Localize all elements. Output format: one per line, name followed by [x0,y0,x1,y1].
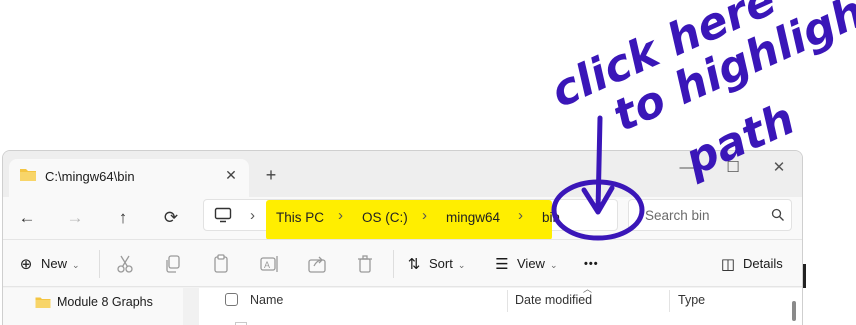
toolbar-divider [393,250,394,278]
sort-icon: ⇅ [407,255,421,273]
breadcrumb-this-pc[interactable]: This PC [276,210,324,225]
breadcrumb-separator: › [338,207,343,224]
new-button[interactable]: ⊕ New ⌄ [17,252,80,276]
new-label: New [41,256,68,271]
maximize-button[interactable]: ☐ [711,155,755,181]
cut-icon[interactable] [113,252,137,276]
breadcrumb-os-c[interactable]: OS (C:) [362,210,408,225]
breadcrumb-separator: › [422,207,427,224]
refresh-button[interactable]: ⟳ [157,204,185,232]
up-button[interactable]: ↑ [109,204,137,232]
this-pc-icon [214,207,232,223]
more-options-button[interactable]: ••• [584,252,599,276]
close-tab-icon[interactable]: ✕ [221,165,241,185]
plus-circle-icon: ⊕ [19,255,33,273]
share-icon[interactable] [305,252,329,276]
navigation-pane: Module 8 Graphs [3,288,183,325]
annotation-line-2: to highlight [606,0,856,142]
navigation-bar: ← → ↑ ⟳ › This PC › OS (C:) › mingw64 › … [3,197,802,240]
tab-title: C:\mingw64\bin [45,169,135,184]
sort-button[interactable]: ⇅ Sort ⌄ [405,252,466,276]
chevron-down-icon: ⌄ [72,259,80,270]
folder-icon [35,297,51,308]
file-list: Name Date modified ︿ Type [199,284,802,325]
breadcrumb-separator: › [250,207,255,224]
chevron-down-icon: ⌄ [457,259,466,270]
annotation-line-1: click here [544,0,784,118]
sort-ascending-icon: ︿ [583,284,593,294]
column-divider[interactable] [507,290,508,312]
toolbar-divider [99,250,100,278]
file-explorer-window: C:\mingw64\bin ✕ + — ☐ ✕ ← → ↑ ⟳ › This … [2,150,803,325]
nav-item-module-8-graphs[interactable]: Module 8 Graphs [57,295,153,309]
new-tab-button[interactable]: + [261,165,281,185]
paste-icon[interactable] [209,252,233,276]
column-header-name[interactable]: Name [250,293,283,307]
command-bar: ⊕ New ⌄ A ⇅ Sort ⌄ ☰ View ⌄ ••• ◫ Detail… [3,239,802,287]
search-box[interactable]: Search bin [628,199,792,231]
details-label: Details [743,256,783,271]
pane-splitter[interactable] [183,288,199,325]
view-label: View [517,256,545,271]
resize-edge [803,264,806,288]
back-button[interactable]: ← [13,204,41,232]
breadcrumb-separator: › [518,207,523,224]
tab-current-folder[interactable]: C:\mingw64\bin ✕ [9,159,249,197]
chevron-down-icon: ⌄ [549,259,558,270]
view-list-icon: ☰ [495,255,509,273]
address-bar[interactable]: › This PC › OS (C:) › mingw64 › bin [203,199,618,240]
svg-text:A: A [264,260,270,270]
folder-icon [20,169,36,181]
delete-icon[interactable] [353,252,377,276]
breadcrumb-bin[interactable]: bin [542,210,560,225]
close-window-button[interactable]: ✕ [757,155,801,181]
search-input[interactable]: Search bin [645,208,710,223]
breadcrumb-mingw64[interactable]: mingw64 [446,210,500,225]
view-button[interactable]: ☰ View ⌄ [493,252,558,276]
column-divider[interactable] [669,290,670,312]
vertical-scrollbar[interactable] [792,301,796,321]
forward-button[interactable]: → [61,204,89,232]
tab-bar: C:\mingw64\bin ✕ + — ☐ ✕ [3,151,802,197]
details-pane-button[interactable]: ◫ Details [719,252,783,276]
minimize-button[interactable]: — [665,155,709,181]
column-header-type[interactable]: Type [678,293,705,307]
sort-label: Sort [429,256,453,271]
copy-icon[interactable] [161,252,185,276]
column-header-date-modified[interactable]: Date modified [515,293,592,307]
rename-icon[interactable]: A [257,252,281,276]
details-pane-icon: ◫ [720,255,736,273]
search-icon[interactable] [771,208,785,222]
select-all-checkbox[interactable] [225,293,238,306]
